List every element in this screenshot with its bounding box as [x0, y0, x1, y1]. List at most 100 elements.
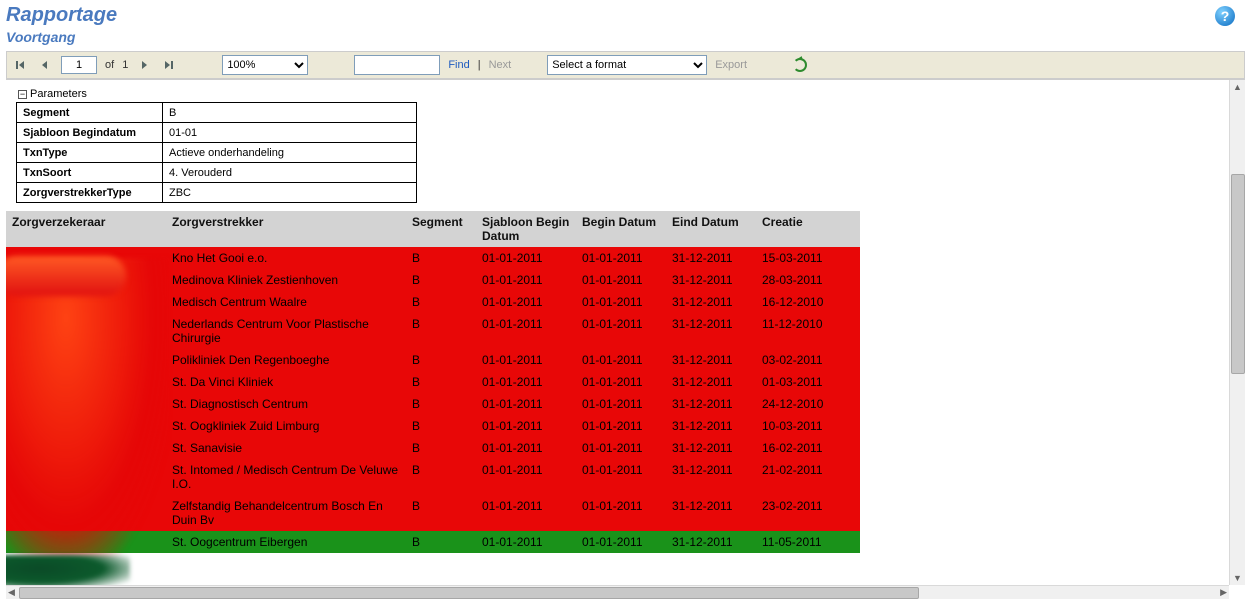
column-header[interactable]: Eind Datum [666, 211, 756, 247]
scroll-down-icon[interactable]: ▼ [1231, 571, 1244, 585]
scroll-right-icon[interactable]: ▶ [1218, 585, 1229, 599]
cell-sjabloon_begin: 01-01-2011 [476, 459, 576, 495]
table-row[interactable]: St. Oogcentrum EibergenB01-01-201101-01-… [6, 531, 860, 553]
cell-segment: B [406, 495, 476, 531]
table-row[interactable]: Polikliniek Den RegenboegheB01-01-201101… [6, 349, 860, 371]
last-page-button[interactable] [160, 57, 176, 73]
cell-sjabloon_begin: 01-01-2011 [476, 371, 576, 393]
scroll-up-icon[interactable]: ▲ [1231, 80, 1244, 94]
parameter-value: ZBC [163, 183, 417, 203]
find-input[interactable] [354, 55, 440, 75]
parameter-row: TxnTypeActieve onderhandeling [17, 143, 417, 163]
cell-segment: B [406, 393, 476, 415]
column-header[interactable]: Begin Datum [576, 211, 666, 247]
parameters-toggle[interactable]: − Parameters [18, 88, 1225, 100]
cell-zorgverzekeraar [6, 371, 166, 393]
scroll-thumb[interactable] [1231, 174, 1245, 374]
cell-segment: B [406, 459, 476, 495]
cell-eind: 31-12-2011 [666, 495, 756, 531]
cell-segment: B [406, 247, 476, 269]
cell-zorgverzekeraar [6, 495, 166, 531]
table-row[interactable]: Nederlands Centrum Voor Plastische Chiru… [6, 313, 860, 349]
table-row[interactable]: St. Da Vinci KliniekB01-01-201101-01-201… [6, 371, 860, 393]
table-row[interactable]: Medinova Kliniek ZestienhovenB01-01-2011… [6, 269, 860, 291]
parameter-value: Actieve onderhandeling [163, 143, 417, 163]
parameter-row: SegmentB [17, 103, 417, 123]
table-row[interactable]: Zelfstandig Behandelcentrum Bosch En Dui… [6, 495, 860, 531]
cell-sjabloon_begin: 01-01-2011 [476, 393, 576, 415]
table-row[interactable]: St. Intomed / Medisch Centrum De Veluwe … [6, 459, 860, 495]
cell-zorgverstrekker: St. Sanavisie [166, 437, 406, 459]
cell-begin: 01-01-2011 [576, 269, 666, 291]
cell-begin: 01-01-2011 [576, 313, 666, 349]
column-header[interactable]: Zorgverstrekker [166, 211, 406, 247]
zoom-select[interactable]: 100% [222, 55, 308, 75]
cell-eind: 31-12-2011 [666, 291, 756, 313]
parameter-label: TxnType [17, 143, 163, 163]
cell-begin: 01-01-2011 [576, 371, 666, 393]
table-row[interactable]: St. SanavisieB01-01-201101-01-201131-12-… [6, 437, 860, 459]
cell-eind: 31-12-2011 [666, 349, 756, 371]
cell-zorgverstrekker: St. Intomed / Medisch Centrum De Veluwe … [166, 459, 406, 495]
column-header[interactable]: Sjabloon Begin Datum [476, 211, 576, 247]
export-format-select[interactable]: Select a format [547, 55, 707, 75]
help-icon[interactable]: ? [1215, 6, 1235, 26]
parameters-heading: Parameters [30, 88, 87, 100]
table-row[interactable]: St. Oogkliniek Zuid LimburgB01-01-201101… [6, 415, 860, 437]
page-subtitle: Voortgang [6, 29, 1245, 45]
cell-begin: 01-01-2011 [576, 291, 666, 313]
cell-begin: 01-01-2011 [576, 247, 666, 269]
table-row[interactable]: Kno Het Gooi e.o.B01-01-201101-01-201131… [6, 247, 860, 269]
parameter-row: Sjabloon Begindatum01-01 [17, 123, 417, 143]
next-page-button[interactable] [136, 57, 152, 73]
scroll-left-icon[interactable]: ◀ [6, 585, 17, 599]
cell-creatie: 03-02-2011 [756, 349, 860, 371]
page-total: 1 [122, 59, 128, 71]
parameter-label: Segment [17, 103, 163, 123]
prev-page-button[interactable] [37, 57, 53, 73]
cell-creatie: 16-02-2011 [756, 437, 860, 459]
data-table: ZorgverzekeraarZorgverstrekkerSegmentSja… [6, 211, 860, 553]
cell-sjabloon_begin: 01-01-2011 [476, 531, 576, 553]
table-row[interactable]: Medisch Centrum WaalreB01-01-201101-01-2… [6, 291, 860, 313]
cell-eind: 31-12-2011 [666, 437, 756, 459]
cell-sjabloon_begin: 01-01-2011 [476, 495, 576, 531]
cell-zorgverstrekker: Polikliniek Den Regenboeghe [166, 349, 406, 371]
vertical-scrollbar[interactable]: ▲ ▼ [1229, 80, 1245, 585]
cell-creatie: 01-03-2011 [756, 371, 860, 393]
column-header[interactable]: Zorgverzekeraar [6, 211, 166, 247]
first-page-button[interactable] [13, 57, 29, 73]
cell-eind: 31-12-2011 [666, 371, 756, 393]
parameter-value: 01-01 [163, 123, 417, 143]
table-row[interactable]: St. Diagnostisch CentrumB01-01-201101-01… [6, 393, 860, 415]
cell-segment: B [406, 313, 476, 349]
cell-segment: B [406, 437, 476, 459]
toolbar-separator: | [478, 59, 481, 71]
parameters-table: SegmentBSjabloon Begindatum01-01TxnTypeA… [16, 102, 417, 203]
cell-sjabloon_begin: 01-01-2011 [476, 437, 576, 459]
cell-begin: 01-01-2011 [576, 437, 666, 459]
cell-sjabloon_begin: 01-01-2011 [476, 291, 576, 313]
cell-zorgverstrekker: St. Oogkliniek Zuid Limburg [166, 415, 406, 437]
cell-segment: B [406, 371, 476, 393]
find-next-link[interactable]: Next [489, 59, 512, 71]
column-header[interactable]: Creatie [756, 211, 860, 247]
column-header[interactable]: Segment [406, 211, 476, 247]
cell-zorgverzekeraar [6, 531, 166, 553]
scroll-thumb[interactable] [19, 587, 919, 599]
parameter-value: B [163, 103, 417, 123]
export-link[interactable]: Export [715, 59, 747, 71]
parameter-row: ZorgverstrekkerTypeZBC [17, 183, 417, 203]
cell-creatie: 28-03-2011 [756, 269, 860, 291]
refresh-icon[interactable] [793, 58, 807, 72]
cell-zorgverzekeraar [6, 459, 166, 495]
cell-sjabloon_begin: 01-01-2011 [476, 313, 576, 349]
cell-sjabloon_begin: 01-01-2011 [476, 269, 576, 291]
cell-begin: 01-01-2011 [576, 531, 666, 553]
cell-eind: 31-12-2011 [666, 415, 756, 437]
cell-zorgverzekeraar [6, 349, 166, 371]
page-number-input[interactable] [61, 56, 97, 74]
find-link[interactable]: Find [448, 59, 469, 71]
horizontal-scrollbar[interactable]: ◀ ▶ [6, 585, 1229, 599]
cell-zorgverzekeraar [6, 313, 166, 349]
